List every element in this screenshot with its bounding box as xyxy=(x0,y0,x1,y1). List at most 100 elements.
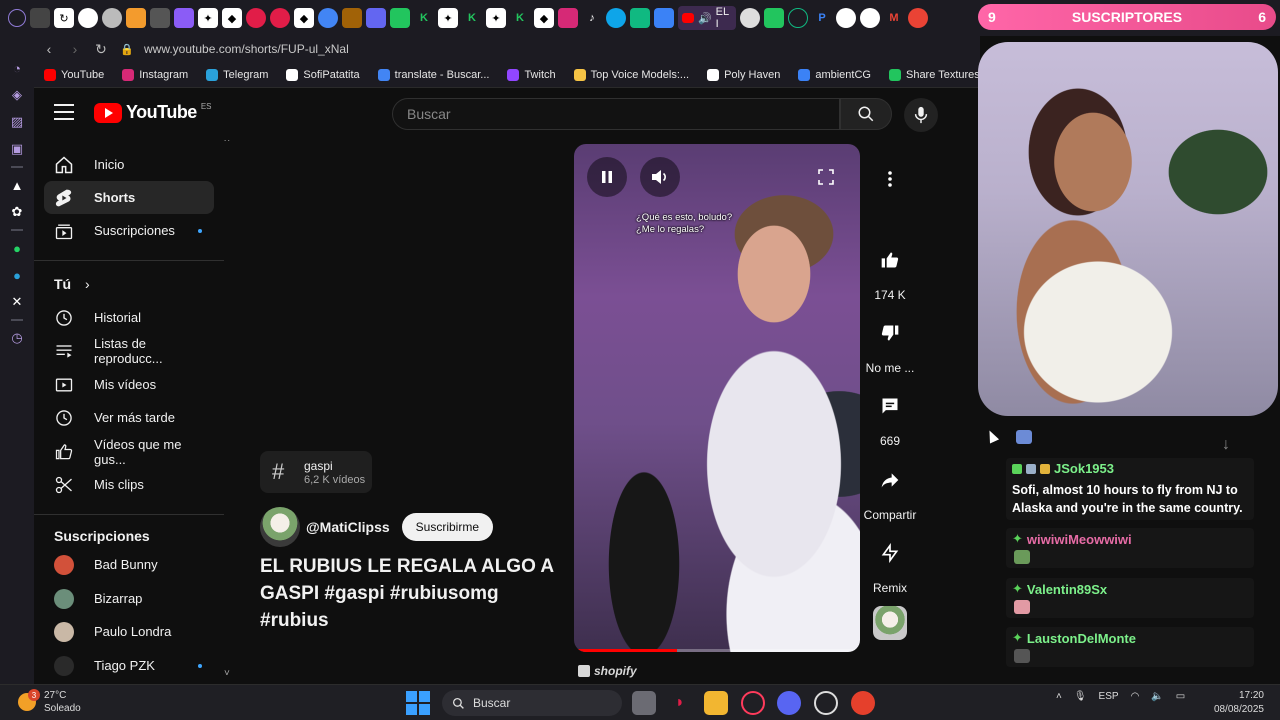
tab-icon[interactable]: ◆ xyxy=(222,8,242,28)
sidebar-item-inicio[interactable]: Inicio xyxy=(44,148,214,181)
microphone-icon[interactable]: 🎙 xyxy=(1074,691,1087,702)
menu-icon[interactable] xyxy=(54,104,74,120)
chat-username[interactable]: LaustonDelMonte xyxy=(1027,631,1136,646)
voice-search-button[interactable] xyxy=(904,98,938,132)
tab-icon[interactable] xyxy=(30,8,50,28)
tab-icon[interactable] xyxy=(318,8,338,28)
tab-icon[interactable] xyxy=(788,8,808,28)
fullscreen-button[interactable] xyxy=(806,157,846,197)
sidebar-item-ver-más-tarde[interactable]: Ver más tarde xyxy=(44,401,214,434)
reload-icon[interactable]: ↻ xyxy=(90,38,112,60)
taskbar-search[interactable]: Buscar xyxy=(442,690,622,716)
input-language[interactable]: ESP xyxy=(1099,691,1119,702)
tab-icon[interactable]: P xyxy=(812,8,832,28)
channel-avatar[interactable] xyxy=(260,507,300,547)
bookmark-item[interactable]: Instagram xyxy=(122,68,188,81)
url-field[interactable]: www.youtube.com/shorts/FUP-ul_xNal xyxy=(144,42,349,56)
chat-username[interactable]: JSok1953 xyxy=(1054,461,1114,476)
discord-icon[interactable] xyxy=(777,691,801,715)
sidebar-item-paulo-londra[interactable]: Paulo Londra xyxy=(44,615,214,648)
search-input[interactable] xyxy=(407,106,839,122)
chat-username[interactable]: Valentin89Sx xyxy=(1027,582,1107,597)
sidebar-item-tiago-pzk[interactable]: Tiago PZK xyxy=(44,649,214,682)
browser-menu-icon[interactable] xyxy=(8,9,26,27)
tab-icon[interactable] xyxy=(390,8,410,28)
scroll-down-icon[interactable]: ↓ xyxy=(1222,436,1230,454)
tab-icon[interactable] xyxy=(654,8,674,28)
bag-icon[interactable]: ◈ xyxy=(7,85,27,105)
sidebar-item-listas-de-reproducc[interactable]: Listas de reproducc... xyxy=(44,334,214,367)
chat-username[interactable]: wiwiwiMeowwiwi xyxy=(1027,532,1132,547)
speed-dial-icon[interactable]: ◔ xyxy=(7,58,27,78)
bookmark-item[interactable]: ambientCG xyxy=(798,68,871,81)
tab-icon[interactable] xyxy=(342,8,362,28)
comments-button[interactable] xyxy=(868,384,912,428)
scroll-up-icon[interactable]: ˄ xyxy=(224,140,230,145)
tab-icon[interactable]: ✦ xyxy=(198,8,218,28)
messenger-icon[interactable]: ▣ xyxy=(7,139,27,159)
sidebar-item-bizarrap[interactable]: Bizarrap xyxy=(44,582,214,615)
tab-icon[interactable]: K xyxy=(414,8,434,28)
tab-icon[interactable] xyxy=(630,8,650,28)
opera-gx-icon[interactable] xyxy=(741,691,765,715)
forward-icon[interactable]: › xyxy=(64,38,86,60)
bookmark-item[interactable]: Share Textures xyxy=(888,68,980,81)
obs-icon[interactable] xyxy=(814,691,838,715)
history-clock-icon[interactable]: ◷ xyxy=(7,328,27,348)
volume-button[interactable] xyxy=(640,157,680,197)
telegram-icon[interactable]: ● xyxy=(7,265,27,285)
bookmark-item[interactable]: Top Voice Models:... xyxy=(573,68,689,81)
tab-icon[interactable] xyxy=(150,8,170,28)
app-icon[interactable]: ◗ xyxy=(668,691,692,715)
back-icon[interactable]: ‹ xyxy=(38,38,60,60)
wifi-icon[interactable]: ◠ xyxy=(1131,691,1140,702)
tray-chevron-icon[interactable]: ˄ xyxy=(1056,691,1062,702)
sidebar-item-mis-vídeos[interactable]: Mis vídeos xyxy=(44,368,214,401)
scroll-down-icon[interactable]: ˅ xyxy=(224,668,230,679)
bookmark-item[interactable]: Poly Haven xyxy=(707,68,780,81)
task-view-icon[interactable] xyxy=(632,691,656,715)
tab-icon[interactable]: K xyxy=(462,8,482,28)
channel-name[interactable]: @MatiClipss xyxy=(306,519,390,535)
twitch-icon[interactable]: ▨ xyxy=(7,112,27,132)
pause-button[interactable] xyxy=(587,157,627,197)
tab-icon[interactable]: ◆ xyxy=(534,8,554,28)
you-section-heading[interactable]: Tú › xyxy=(54,276,90,292)
bookmark-item[interactable]: translate - Buscar... xyxy=(377,68,489,81)
tab-icon[interactable] xyxy=(860,8,880,28)
windows-start-icon[interactable] xyxy=(406,691,430,715)
tab-icon[interactable] xyxy=(908,8,928,28)
tab-icon[interactable] xyxy=(558,8,578,28)
clock[interactable]: 17:20 08/08/2025 xyxy=(1212,689,1264,717)
whatsapp-icon[interactable]: ● xyxy=(7,238,27,258)
sidebar-item-suscripciones[interactable]: Suscripciones xyxy=(44,214,214,247)
bookmark-item[interactable]: YouTube xyxy=(44,68,104,81)
tab-icon[interactable]: K xyxy=(510,8,530,28)
bookmark-item[interactable]: SofiPatatita xyxy=(286,68,360,81)
tab-icon[interactable]: ♪ xyxy=(582,8,602,28)
tab-icon[interactable] xyxy=(366,8,386,28)
app-icon[interactable] xyxy=(851,691,875,715)
weather-widget[interactable]: 3 27°C Soleado xyxy=(18,689,81,715)
tab-icon[interactable]: ✦ xyxy=(438,8,458,28)
short-video-player[interactable]: ¿Qué es esto, boludo? ¿Me lo regalas? xyxy=(574,144,860,652)
tab-icon[interactable] xyxy=(174,8,194,28)
ai-icon[interactable]: ▲ xyxy=(7,175,27,195)
tab-icon[interactable] xyxy=(126,8,146,28)
tab-icon[interactable] xyxy=(836,8,856,28)
share-button[interactable] xyxy=(868,458,912,502)
dislike-button[interactable] xyxy=(868,311,912,355)
sidebar-item-shorts[interactable]: Shorts xyxy=(44,181,214,214)
file-explorer-icon[interactable] xyxy=(704,691,728,715)
chatgpt-icon[interactable]: ✿ xyxy=(7,202,27,222)
tab-icon[interactable] xyxy=(606,8,626,28)
search-button[interactable] xyxy=(840,98,892,130)
tab-icon[interactable] xyxy=(102,8,122,28)
video-progress-bar[interactable] xyxy=(574,649,860,652)
subscribe-button[interactable]: Suscribirme xyxy=(401,513,494,541)
tab-icon[interactable] xyxy=(764,8,784,28)
sidebar-item-mis-clips[interactable]: Mis clips xyxy=(44,468,214,501)
sound-thumbnail[interactable] xyxy=(873,606,907,640)
tab-icon[interactable] xyxy=(246,8,266,28)
bookmark-item[interactable]: Twitch xyxy=(507,68,556,81)
